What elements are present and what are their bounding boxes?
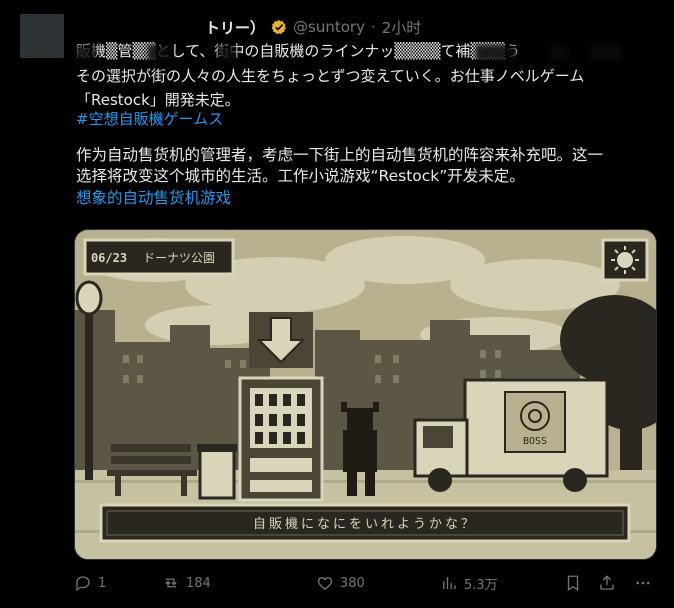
location-label: ドーナツ公園 xyxy=(143,251,215,265)
verified-badge-icon xyxy=(271,20,286,35)
retweet-button[interactable]: 184 xyxy=(162,574,211,592)
tweet-media-image[interactable]: BOSS 06/23 ドーナツ公園 自販機になにをいれようかな？ xyxy=(74,229,657,560)
hashtag-link[interactable]: #空想自販機ゲームス xyxy=(76,108,223,129)
share-icon xyxy=(600,575,614,590)
truck-logo-text: BOSS xyxy=(523,436,547,447)
translation-line-1: 作为自动售货机的管理者，考虑一下街上的自动售货机的阵容来补充吧。这一 xyxy=(76,146,604,164)
trash-can xyxy=(197,444,237,500)
vending-machine xyxy=(238,376,324,502)
more-button[interactable] xyxy=(634,574,652,592)
bar-chart-icon xyxy=(443,577,456,589)
tweet-text-line-3: 「Restock」開発未定。 xyxy=(76,91,240,109)
separator-dot: · xyxy=(370,18,376,36)
tweet-header: トリー） @suntory · 2小时 xyxy=(205,16,421,38)
views-count: 5.3万 xyxy=(464,577,498,593)
reply-count: 1 xyxy=(98,575,107,591)
more-icon xyxy=(636,581,650,585)
dialog-text: 自販機になにをいれようかな？ xyxy=(253,517,477,532)
down-arrow-icon xyxy=(249,312,313,368)
reply-button[interactable]: 1 xyxy=(74,574,106,592)
date-label: 06/23 xyxy=(91,251,127,265)
tweet-actions-bar: 1 184 380 5.3万 xyxy=(74,571,654,595)
like-count: 380 xyxy=(340,575,365,591)
retweet-count: 184 xyxy=(186,575,211,591)
translation-line-2: 选择将改变这个城市的生活。工作小说游戏“Restock”开发未定。 xyxy=(76,167,525,185)
handle[interactable]: @suntory xyxy=(293,18,365,36)
tweet-text-line-2: その選択が街の人々の人生をちょっとずつ変えていく。お仕事ノベルゲーム xyxy=(76,67,585,85)
tweet-text-line-1: 販機▒管▒▒として、街中の自販機のラインナッ▒▒▒▒て補▒▒▒う xyxy=(76,42,521,60)
heart-icon xyxy=(317,577,333,590)
reply-icon xyxy=(76,576,90,592)
retweet-icon xyxy=(165,578,177,588)
timestamp[interactable]: 2小时 xyxy=(382,17,422,38)
sun-icon xyxy=(601,238,649,282)
bookmark-button[interactable] xyxy=(564,574,582,592)
avatar[interactable] xyxy=(20,14,64,58)
views-button[interactable]: 5.3万 xyxy=(440,574,498,593)
translation-hashtag-link[interactable]: 想象的自动售货机游戏 xyxy=(76,186,231,208)
display-name[interactable]: トリー） xyxy=(205,17,265,38)
like-button[interactable]: 380 xyxy=(316,574,365,592)
share-button[interactable] xyxy=(598,574,616,592)
pixel-art-game-scene: BOSS 06/23 ドーナツ公園 自販機になにをいれようかな？ xyxy=(75,230,656,559)
bookmark-icon xyxy=(567,575,579,592)
